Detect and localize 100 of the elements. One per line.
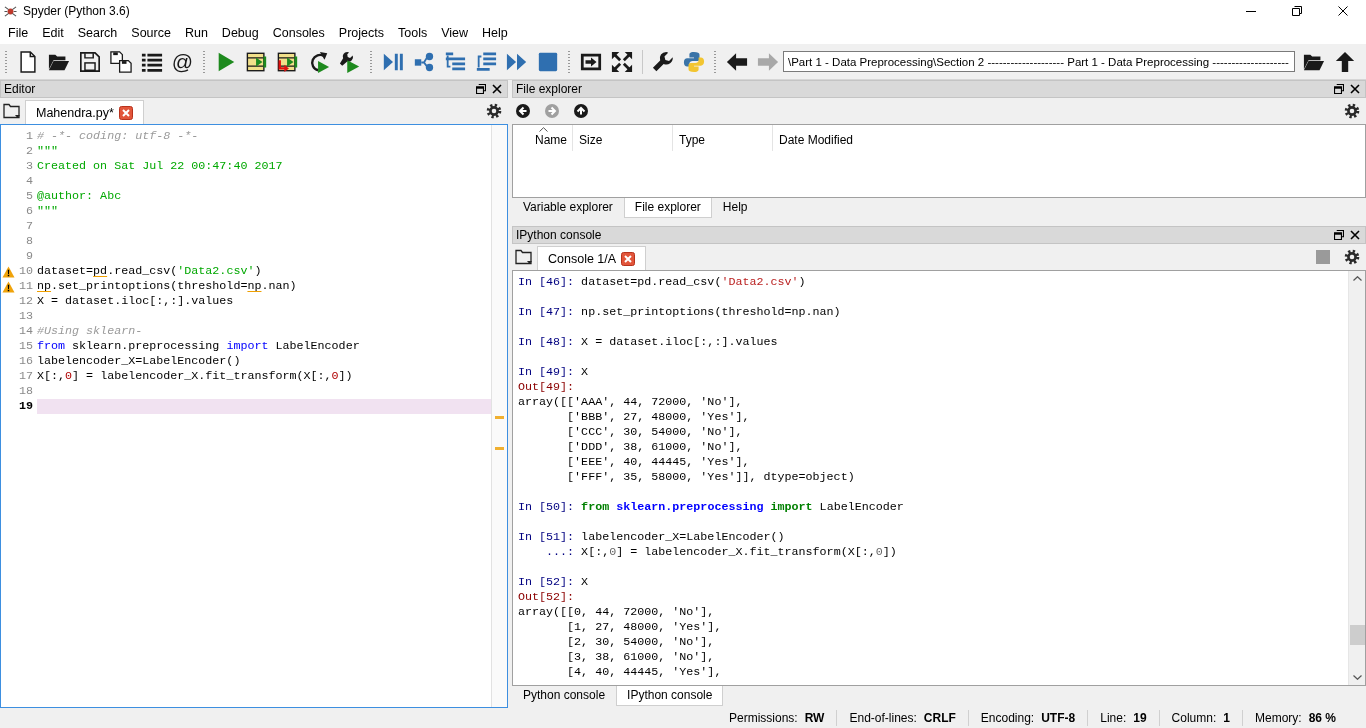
console-line: ['EEE', 40, 44445, 'Yes'], — [566, 455, 750, 469]
console-line: In [48]: X = dataset.iloc[:,:].values — [518, 335, 778, 349]
line-number: 13 — [17, 309, 33, 324]
dock-tab[interactable]: Python console — [512, 686, 617, 706]
code-line: X[:,0] = labelencoder_X.fit_transform(X[:,0]) — [37, 369, 354, 384]
column-header[interactable]: Date Modified — [773, 125, 1365, 151]
restore-icon[interactable] — [1292, 6, 1302, 16]
line-number: 12 — [17, 294, 33, 309]
code-line: """ — [37, 204, 60, 219]
console-line: [3, 38, 61000, 'No'], — [566, 650, 715, 664]
console-line: ['CCC', 30, 54000, 'No'], — [566, 425, 743, 439]
menu-item[interactable]: Run — [177, 24, 215, 42]
undock-icon[interactable] — [1334, 84, 1344, 94]
status-value: UTF-8 — [1041, 711, 1076, 725]
status-label: Line: — [1100, 711, 1127, 725]
folder-icon[interactable] — [515, 249, 532, 265]
folder-icon[interactable] — [3, 103, 20, 119]
up-arrow-icon[interactable] — [1333, 50, 1356, 73]
dock-tab[interactable]: Variable explorer — [512, 198, 624, 218]
menu-item[interactable]: Help — [475, 24, 515, 42]
dock-tab[interactable]: File explorer — [623, 198, 712, 218]
menu-item[interactable]: Edit — [35, 24, 71, 42]
scrollbar-thumb[interactable] — [1349, 625, 1365, 645]
path-combobox[interactable]: \Part 1 - Data Preprocessing\Section 2 -------------------- Part 1 - Data Preprocessing -------------------- — [783, 51, 1295, 72]
close-tab-icon[interactable] — [118, 105, 133, 120]
undock-icon[interactable] — [1334, 230, 1344, 240]
save-icon[interactable] — [78, 50, 101, 73]
line-number: 19 — [17, 399, 33, 414]
code-line: from sklearn.preprocessing import LabelEncoder — [37, 339, 361, 354]
close-tab-icon[interactable] — [621, 251, 636, 266]
status-label: Memory: — [1254, 711, 1302, 725]
line-number: 11 — [17, 279, 33, 294]
console-line: [2, 30, 54000, 'No'], — [566, 635, 715, 649]
menu-item[interactable]: Tools — [391, 24, 435, 42]
stop-icon[interactable] — [536, 50, 559, 73]
pane-title: File explorer — [516, 82, 583, 96]
console-line: array([[0, 44, 72000, 'No'], — [518, 605, 715, 619]
column-header[interactable]: Type — [673, 125, 773, 151]
pane-title: IPython console — [516, 228, 602, 242]
line-number: 17 — [17, 369, 33, 384]
line-number: 3 — [25, 159, 33, 174]
line-number: 4 — [25, 174, 33, 189]
line-number: 15 — [17, 339, 33, 354]
close-icon[interactable] — [492, 84, 502, 94]
pane-title: Editor — [4, 82, 36, 96]
forward-circle-icon[interactable] — [545, 104, 559, 118]
close-icon[interactable] — [1338, 6, 1348, 16]
wrench-icon[interactable] — [651, 50, 674, 73]
console-line: array([['AAA', 44, 72000, 'No'], — [518, 395, 743, 409]
line-number: 8 — [25, 234, 33, 249]
menu-item[interactable]: Source — [124, 24, 178, 42]
line-number: 16 — [17, 354, 33, 369]
code-line: X = dataset.iloc[:,:].values — [37, 294, 235, 309]
status-value: CRLF — [923, 711, 956, 725]
code-line: @author: Abc — [37, 189, 123, 204]
console-line: Out[49]: — [518, 380, 575, 394]
code-line: """ — [37, 144, 60, 159]
menu-item[interactable]: Debug — [214, 24, 266, 42]
code-line: #Using sklearn- — [37, 324, 144, 339]
settings-icon[interactable] — [486, 103, 502, 119]
cell-play-return-icon[interactable] — [276, 50, 299, 73]
file-tab[interactable]: Mahendra.py* — [25, 100, 144, 124]
double-floppy-icon[interactable] — [109, 50, 132, 73]
close-icon[interactable] — [1350, 230, 1360, 240]
expand-arrows-icon[interactable] — [610, 50, 633, 73]
menu-item[interactable]: View — [434, 24, 476, 42]
code-line: # -*- coding: utf-8 -*- — [37, 129, 200, 144]
line-number: 9 — [25, 249, 33, 264]
console-tab[interactable]: Console 1/A — [537, 246, 647, 270]
outdent-list-icon[interactable] — [474, 50, 497, 73]
column-header[interactable]: Name — [513, 125, 573, 151]
status-label: Column: — [1171, 711, 1217, 725]
menu-item[interactable]: File — [1, 24, 36, 42]
minimize-icon[interactable] — [1246, 10, 1256, 12]
console-line: In [49]: X — [518, 365, 589, 379]
line-number: 18 — [17, 384, 33, 399]
branch-nodes-icon[interactable] — [412, 50, 435, 73]
settings-icon[interactable] — [1344, 103, 1360, 119]
indent-list-icon[interactable] — [443, 50, 466, 73]
python-logo-icon[interactable] — [682, 50, 705, 73]
scrollbar[interactable] — [1348, 271, 1365, 685]
settings-icon[interactable] — [1344, 249, 1360, 265]
menu-item[interactable]: Consoles — [265, 24, 332, 42]
line-number: 14 — [17, 324, 33, 339]
column-header[interactable]: Size — [573, 125, 673, 151]
dock-tab[interactable]: Help — [711, 198, 759, 218]
up-circle-icon[interactable] — [574, 104, 588, 118]
undock-icon[interactable] — [476, 84, 486, 94]
close-icon[interactable] — [1350, 84, 1360, 94]
chevron-up-icon[interactable] — [1352, 276, 1362, 281]
console-line: Out[52]: — [518, 590, 575, 604]
dock-tab[interactable]: IPython console — [616, 686, 724, 706]
menu-item[interactable]: Projects — [331, 24, 391, 42]
back-circle-icon[interactable] — [516, 104, 530, 118]
at-sign-tool[interactable]: @ — [171, 49, 194, 74]
chevron-down-icon[interactable] — [1352, 675, 1362, 680]
cell-play-icon[interactable] — [245, 50, 268, 73]
menu-item[interactable]: Search — [70, 24, 125, 42]
wrench-play-icon[interactable] — [338, 50, 361, 73]
console-line: [4, 40, 44445, 'Yes'], — [566, 665, 722, 679]
